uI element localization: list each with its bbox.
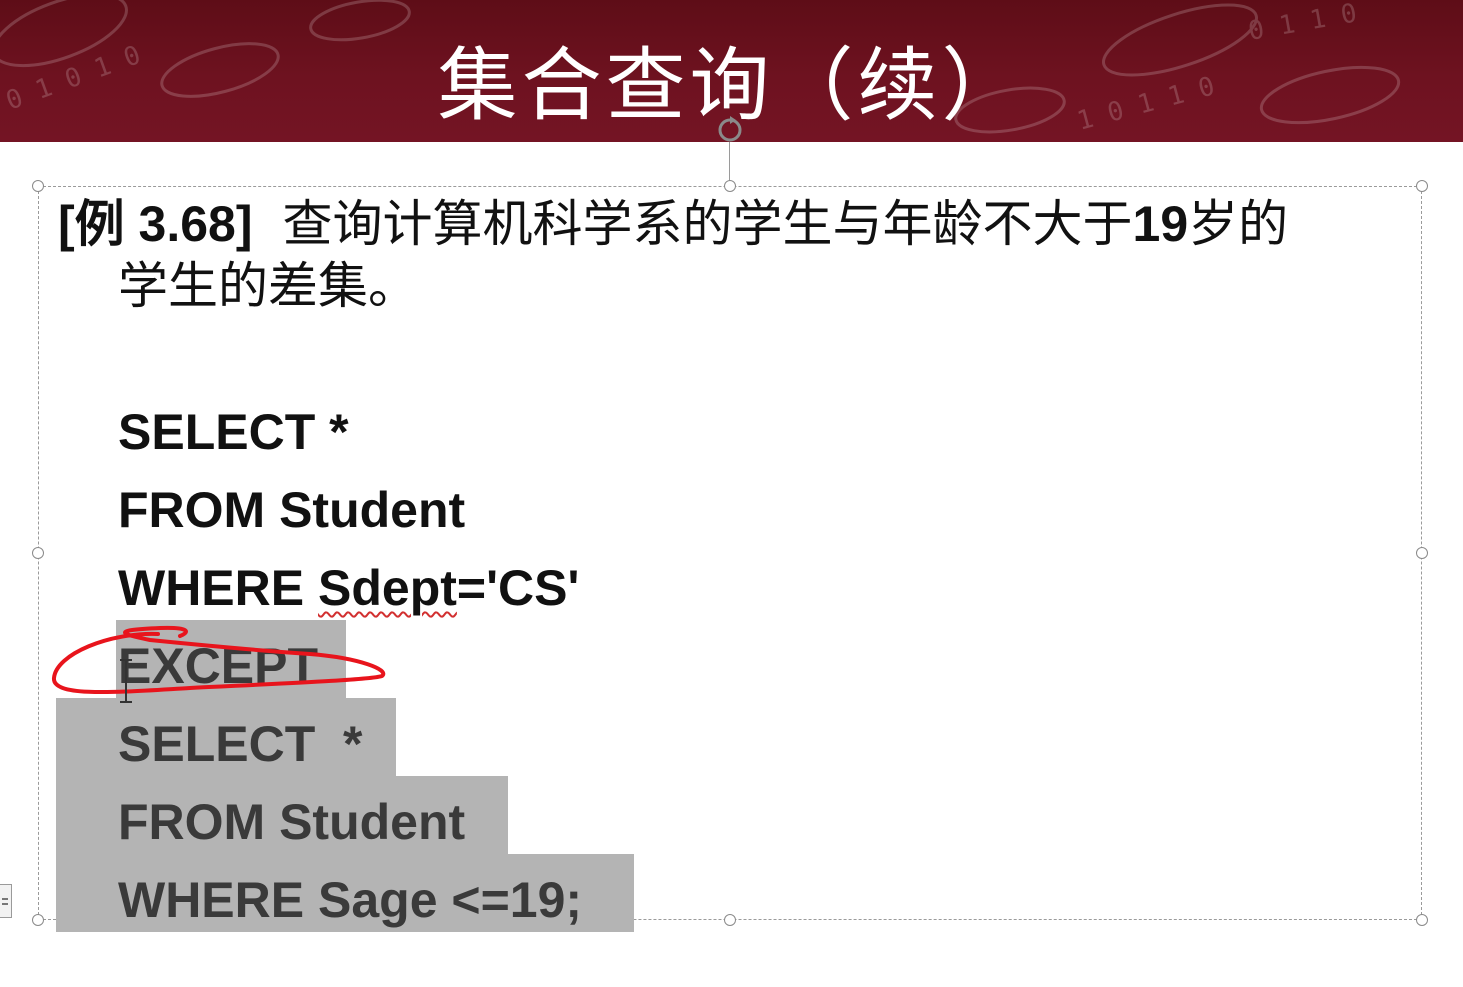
resize-handle-bottom-right[interactable] [1416, 914, 1428, 926]
sql-line-where-2: WHERE Sage <=19; [118, 872, 583, 928]
example-text-line2: 学生的差集。 [118, 257, 418, 315]
notes-panel-icon[interactable] [0, 884, 12, 918]
spellcheck-flagged-word[interactable]: Sdept [318, 560, 457, 616]
rotate-icon[interactable] [714, 114, 746, 146]
resize-handle-bottom-left[interactable] [32, 914, 44, 926]
example-age-number: 19 [1132, 196, 1189, 252]
sql-line-except: EXCEPT [118, 638, 319, 694]
example-text-part1: 查询计算机科学系的学生与年龄不大于 [282, 195, 1133, 253]
sql-line-from-2: FROM Student [118, 794, 466, 850]
resize-handle-top-right[interactable] [1416, 180, 1428, 192]
example-heading: [例 3.68] 查询计算机科学系的学生与年龄不大于19岁的 [58, 194, 1418, 254]
example-text-part2: 岁的 [1188, 195, 1289, 253]
sql-where-condition: ='CS' [456, 560, 580, 616]
resize-handle-bottom-center[interactable] [724, 914, 736, 926]
example-tag: [例 3.68] [58, 196, 253, 252]
sql-line-where: WHERE Sdept='CS' [118, 549, 579, 627]
sql-line-select-2: SELECT * [118, 716, 363, 772]
resize-handle-top-left[interactable] [32, 180, 44, 192]
resize-handle-top-center[interactable] [724, 180, 736, 192]
resize-handle-middle-right[interactable] [1416, 547, 1428, 559]
resize-handle-middle-left[interactable] [32, 547, 44, 559]
sql-line-select: SELECT * [118, 404, 349, 460]
sql-where-keyword: WHERE [118, 560, 318, 616]
sql-line-from: FROM Student [118, 482, 466, 538]
i-beam-cursor-icon [120, 659, 132, 703]
